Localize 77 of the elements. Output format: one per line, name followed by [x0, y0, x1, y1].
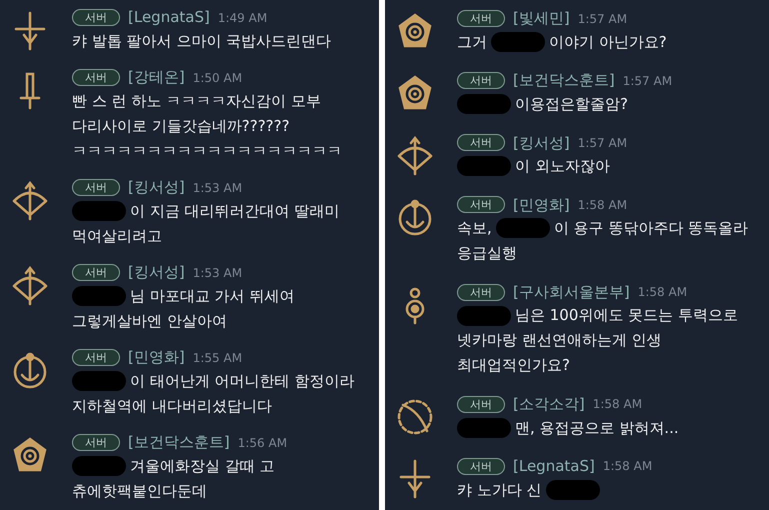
redaction-mark — [72, 371, 126, 391]
username: [민영화] — [513, 194, 570, 216]
message-text: 겨울에화장실 갈때 고 — [130, 456, 275, 477]
server-tag: 서버 — [457, 72, 505, 90]
server-tag: 서버 — [72, 434, 120, 451]
redaction-mark — [72, 286, 126, 306]
username: [보건닥스훈트] — [128, 432, 230, 454]
message-text: 지하철역에 내다버리셨답니다 — [72, 396, 272, 417]
timestamp: 1:57 AM — [578, 134, 628, 152]
message-text: ㅋㅋㅋㅋㅋㅋㅋㅋㅋㅋㅋㅋㅋㅋㅋㅋㅋㅋ — [72, 140, 342, 162]
message-text: 다리사이로 기들갓습네까?????? — [72, 116, 290, 137]
timestamp: 1:56 AM — [238, 434, 288, 452]
timestamp: 1:58 AM — [602, 458, 652, 476]
timestamp: 1:58 AM — [578, 196, 628, 214]
message-text: 맨, 용접공으로 밝혀져... — [515, 418, 679, 439]
timestamp: 1:58 AM — [592, 396, 642, 414]
redaction-mark — [496, 218, 550, 238]
message-text: 그거 — [457, 32, 487, 53]
username: [킹서성] — [128, 177, 185, 198]
message-text: 이용접은할줄암? — [515, 94, 628, 115]
server-tag: 서버 — [457, 10, 505, 28]
message-text: 캬 노가다 신 — [457, 480, 542, 501]
message-text: 님 마포대교 가서 뛰세여 — [130, 286, 294, 307]
message-text: 이 태어난게 어머니한테 함정이라 — [130, 370, 354, 392]
bow-icon — [10, 266, 50, 306]
username: [소각소각] — [513, 394, 585, 416]
server-tag: 서버 — [72, 179, 120, 196]
message-text: 츄에핫팩붙인다둔데 — [72, 480, 207, 502]
timestamp: 1:58 AM — [638, 284, 688, 302]
server-tag: 서버 — [457, 196, 505, 214]
timestamp: 1:49 AM — [218, 10, 268, 26]
redaction-mark — [457, 156, 511, 176]
username: [LegnataS] — [128, 7, 210, 28]
username: [보건닥스훈트] — [513, 70, 615, 92]
server-tag: 서버 — [72, 349, 120, 366]
server-tag: 서버 — [72, 264, 120, 281]
message-text: 먹여살리려고 — [72, 226, 162, 247]
bow-icon — [395, 136, 435, 176]
message-text: 응급실행 — [457, 243, 517, 264]
timestamp: 1:57 AM — [578, 10, 628, 28]
message-text: 넷카마랑 랜선연애하는게 인생 — [457, 330, 662, 352]
timestamp: 1:53 AM — [192, 180, 242, 196]
message-text: 이 용구 똥닦아주다 똥독올라 — [554, 218, 748, 240]
server-tag: 서버 — [457, 134, 505, 152]
timestamp: 1:53 AM — [192, 264, 242, 282]
redaction-mark — [72, 201, 126, 221]
username: [민영화] — [128, 347, 185, 368]
message-text: 최대업적인가요? — [457, 355, 570, 376]
timestamp: 1:55 AM — [192, 350, 242, 366]
redaction-mark — [72, 456, 126, 476]
redaction-mark — [457, 94, 511, 114]
username: [킹서성] — [513, 132, 570, 154]
username: [구사회서울본부] — [513, 282, 630, 303]
server-tag: 서버 — [457, 458, 505, 475]
message-text: 속보, — [457, 218, 492, 240]
server-tag: 서버 — [457, 396, 505, 413]
redaction-mark — [546, 480, 600, 500]
username: [빛세민] — [513, 8, 570, 30]
username: [킹서성] — [128, 262, 185, 284]
username: [강테온] — [128, 67, 185, 88]
message-text: 그렇게살바엔 안살아여 — [72, 310, 227, 332]
message-text: 이 지금 대리뛰러간대여 딸래미 — [130, 200, 340, 222]
bow-icon — [10, 180, 50, 220]
server-tag: 서버 — [457, 284, 505, 301]
username: [LegnataS] — [513, 456, 595, 478]
message-text: 이야기 아닌가요? — [549, 32, 667, 53]
redaction-mark — [491, 32, 545, 52]
message-text: 이 외노자잖아 — [515, 156, 610, 178]
redaction-mark — [457, 418, 511, 438]
timestamp: 1:50 AM — [192, 70, 242, 86]
server-tag: 서버 — [72, 69, 120, 86]
message-text: 빤 스 런 하노 ㅋㅋㅋㅋ자신감이 모부 — [72, 90, 321, 112]
timestamp: 1:57 AM — [622, 72, 672, 90]
message-text: 캬 발톱 팔아서 으마이 국밥사드린댄다 — [72, 30, 332, 52]
message-text: 님은 100위에도 못드는 투력으로 — [515, 305, 738, 326]
redaction-mark — [457, 306, 511, 326]
server-tag: 서버 — [72, 9, 120, 26]
